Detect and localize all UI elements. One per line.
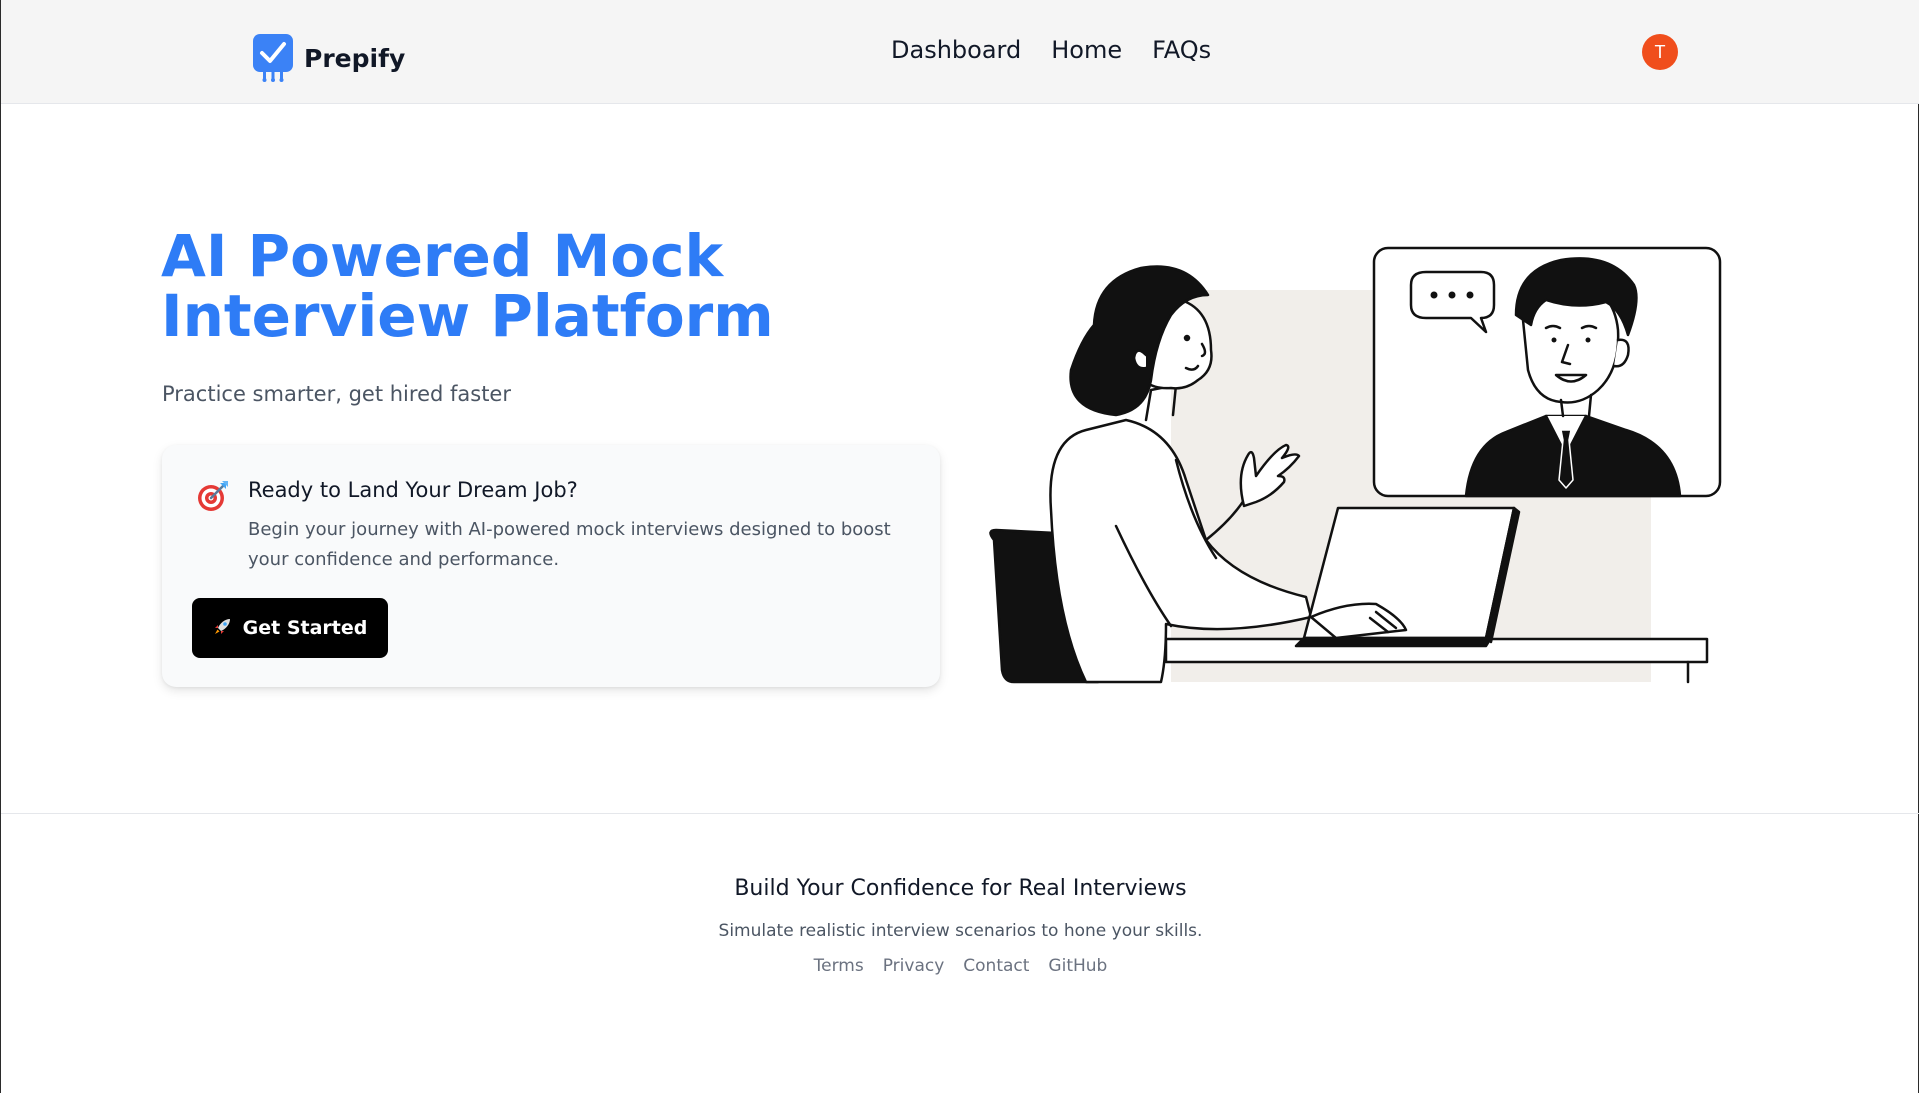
get-started-button[interactable]: Get Started — [192, 598, 388, 658]
footer-title: Build Your Confidence for Real Interview… — [734, 876, 1187, 901]
get-started-label: Get Started — [242, 617, 368, 639]
main-nav: Dashboard Home FAQs — [891, 36, 1211, 64]
check-square-icon — [252, 33, 294, 83]
footer-link-privacy[interactable]: Privacy — [883, 956, 945, 976]
footer-link-github[interactable]: GitHub — [1048, 956, 1107, 976]
hero-title: AI Powered Mock Interview Platform — [161, 222, 774, 350]
user-avatar[interactable]: T — [1642, 34, 1678, 70]
footer-link-contact[interactable]: Contact — [963, 956, 1029, 976]
rocket-icon — [213, 616, 233, 641]
brand-logo[interactable]: Prepify — [252, 33, 405, 83]
footer-link-terms[interactable]: Terms — [814, 956, 864, 976]
nav-faqs[interactable]: FAQs — [1152, 36, 1211, 64]
nav-dashboard[interactable]: Dashboard — [891, 36, 1021, 64]
brand-name: Prepify — [304, 43, 406, 73]
hero-subtitle: Practice smarter, get hired faster — [162, 382, 511, 406]
footer-subtitle: Simulate realistic interview scenarios t… — [718, 921, 1203, 941]
cta-card: Ready to Land Your Dream Job? Begin your… — [162, 445, 940, 687]
footer-links: Terms Privacy Contact GitHub — [1, 956, 1919, 976]
card-title: Ready to Land Your Dream Job? — [248, 478, 578, 502]
top-navbar: Prepify Dashboard Home FAQs T — [1, 0, 1919, 104]
card-description: Begin your journey with AI-powered mock … — [248, 519, 891, 570]
nav-home[interactable]: Home — [1051, 36, 1122, 64]
interview-illustration — [986, 240, 1726, 690]
section-divider — [1, 813, 1919, 814]
target-dart-icon — [196, 479, 230, 513]
